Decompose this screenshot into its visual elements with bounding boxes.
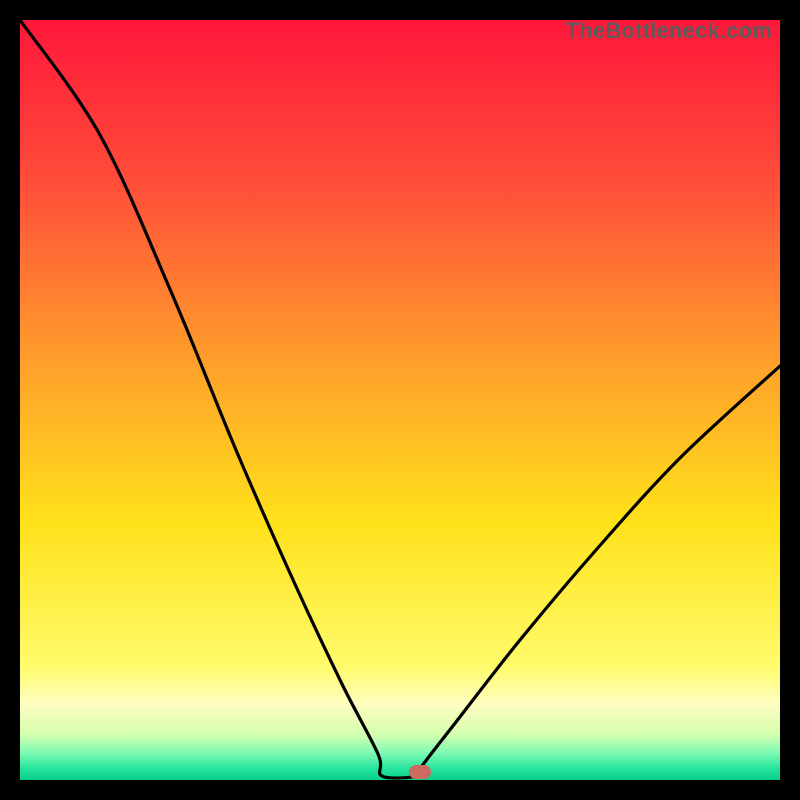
watermark-text: TheBottleneck.com: [566, 20, 772, 44]
chart-curve: [20, 20, 780, 780]
optimum-marker: [409, 765, 431, 779]
chart-frame: TheBottleneck.com: [20, 20, 780, 780]
